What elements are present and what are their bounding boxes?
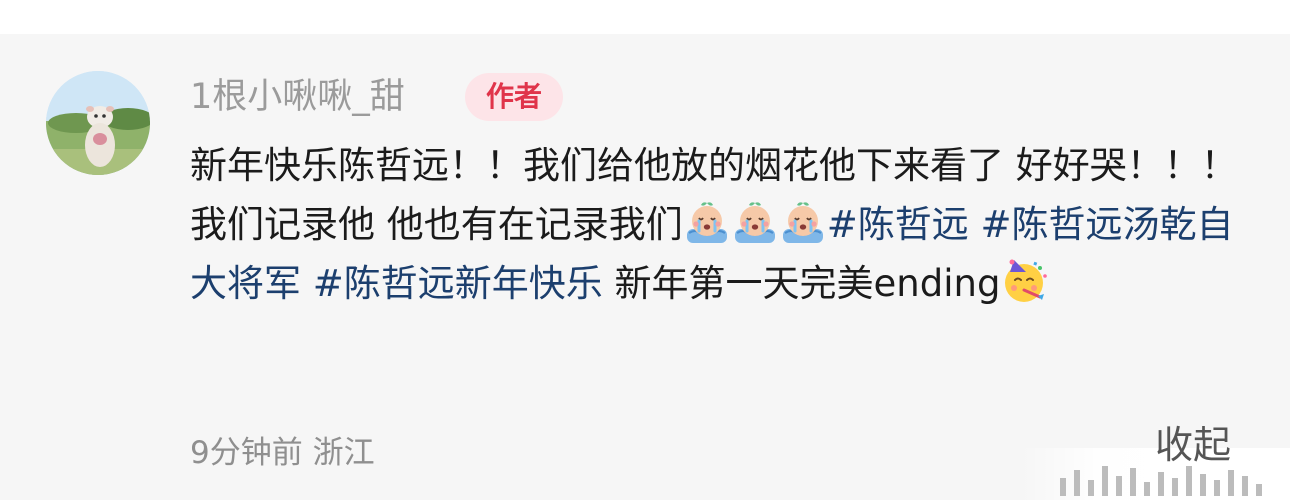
collapse-button[interactable]: 收起	[1155, 420, 1231, 470]
comment-body: 新年快乐陈哲远！！我们给他放的烟花他下来看了 好好哭！！！我们记录他 他也有在记…	[190, 136, 1250, 313]
avatar-image	[46, 71, 150, 175]
user-avatar[interactable]	[46, 71, 150, 175]
author-badge: 作者	[465, 73, 563, 121]
comment-text	[969, 203, 981, 246]
crying-baby-emoji	[731, 199, 779, 247]
hashtag-link[interactable]: #陈哲远新年快乐	[313, 262, 603, 305]
hashtag-link[interactable]: #陈哲远	[827, 203, 969, 246]
party-face-emoji	[1000, 256, 1050, 306]
comment-text: 新年第一天完美ending	[602, 262, 1001, 305]
comment-meta: 9分钟前 浙江	[190, 435, 375, 471]
comment-author-name[interactable]: 1根小啾啾_甜	[190, 72, 405, 122]
crying-baby-emoji	[779, 199, 827, 247]
comment-text	[301, 262, 313, 305]
crying-baby-emoji	[683, 199, 731, 247]
